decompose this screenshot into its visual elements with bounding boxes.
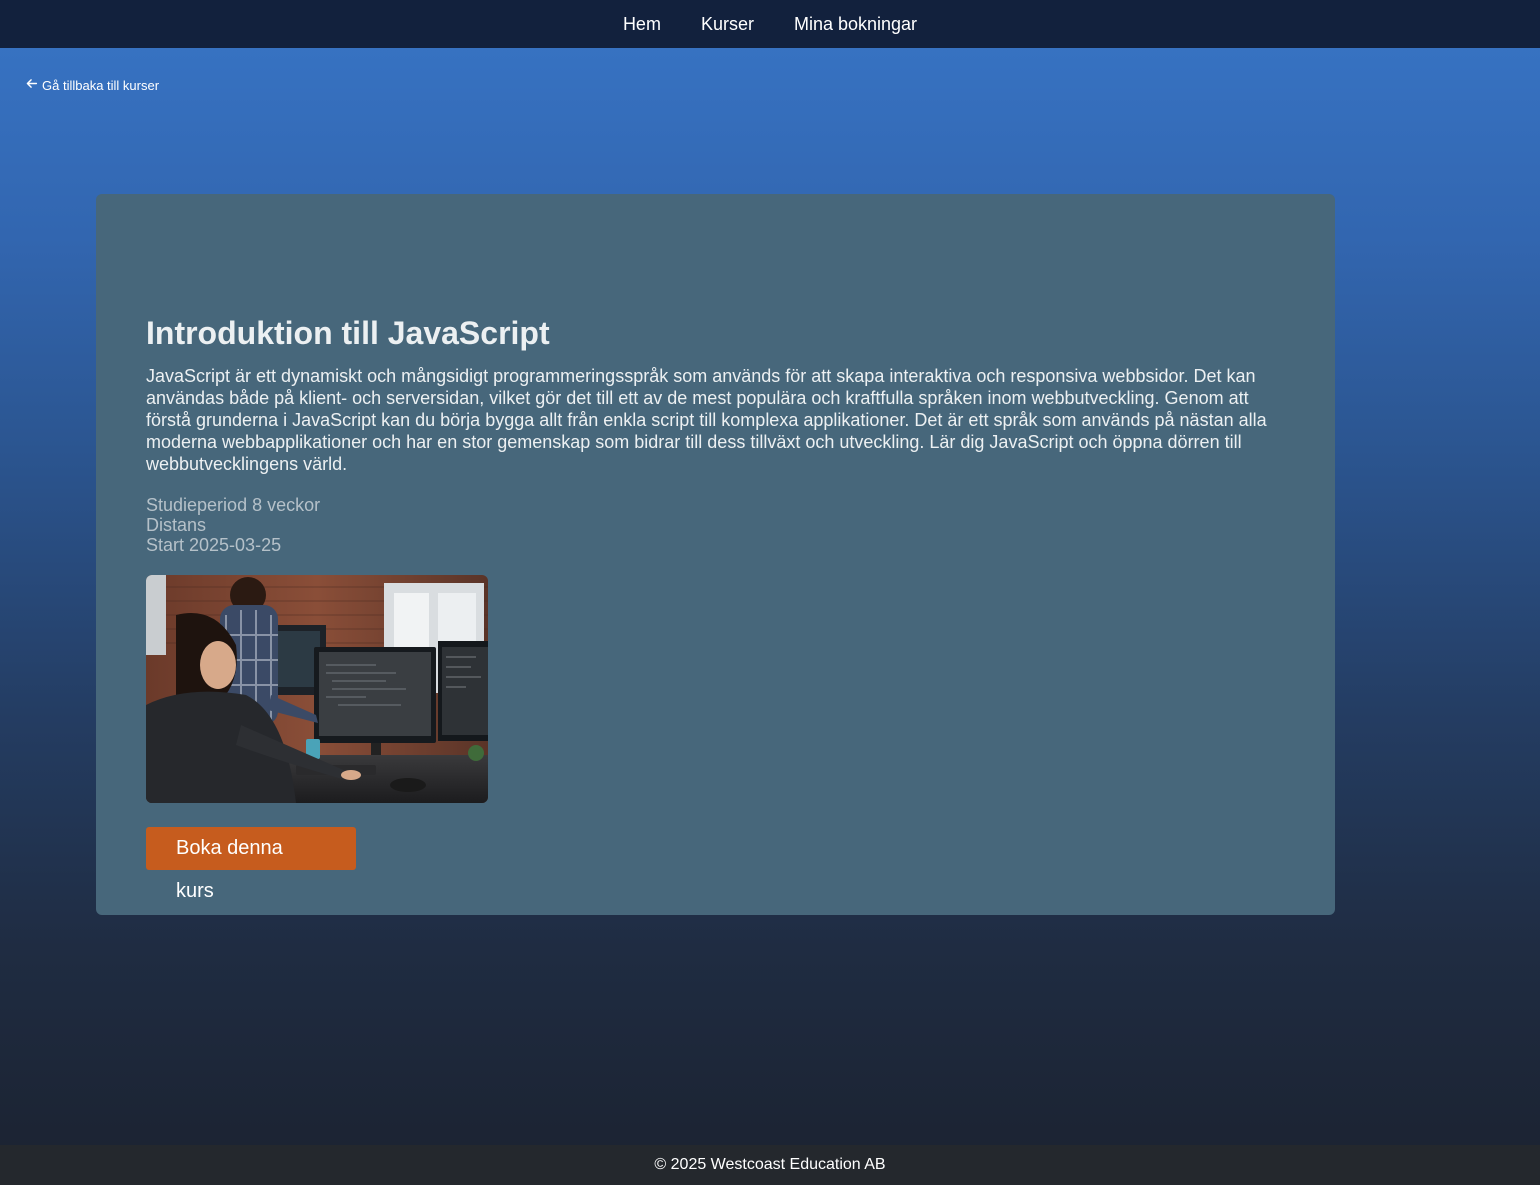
book-course-button[interactable]: Boka denna kurs — [146, 827, 356, 902]
course-meta: Studieperiod 8 veckor Distans Start 2025… — [146, 495, 1285, 555]
nav-link-mina-bokningar[interactable]: Mina bokningar — [794, 14, 917, 35]
start-date: Start 2025-03-25 — [146, 535, 282, 555]
arrow-left-icon — [25, 77, 38, 93]
nav-link-kurser[interactable]: Kurser — [701, 14, 754, 35]
course-image — [146, 575, 488, 803]
back-link-label: Gå tillbaka till kurser — [42, 77, 160, 93]
study-period: Studieperiod 8 veckor — [146, 495, 321, 515]
course-description: JavaScript är ett dynamiskt och mångsidi… — [146, 366, 1267, 474]
course-title: Introduktion till JavaScript — [146, 315, 550, 351]
nav-link-hem[interactable]: Hem — [623, 14, 661, 35]
footer-copyright: © 2025 Westcoast Education AB — [654, 1156, 886, 1173]
footer: © 2025 Westcoast Education AB — [0, 1145, 1540, 1185]
study-mode: Distans — [146, 515, 207, 535]
course-detail-card: Introduktion till JavaScript JavaScript … — [96, 194, 1335, 915]
top-navigation: Hem Kurser Mina bokningar — [0, 0, 1540, 48]
back-to-courses-link[interactable]: Gå tillbaka till kurser — [25, 77, 159, 93]
